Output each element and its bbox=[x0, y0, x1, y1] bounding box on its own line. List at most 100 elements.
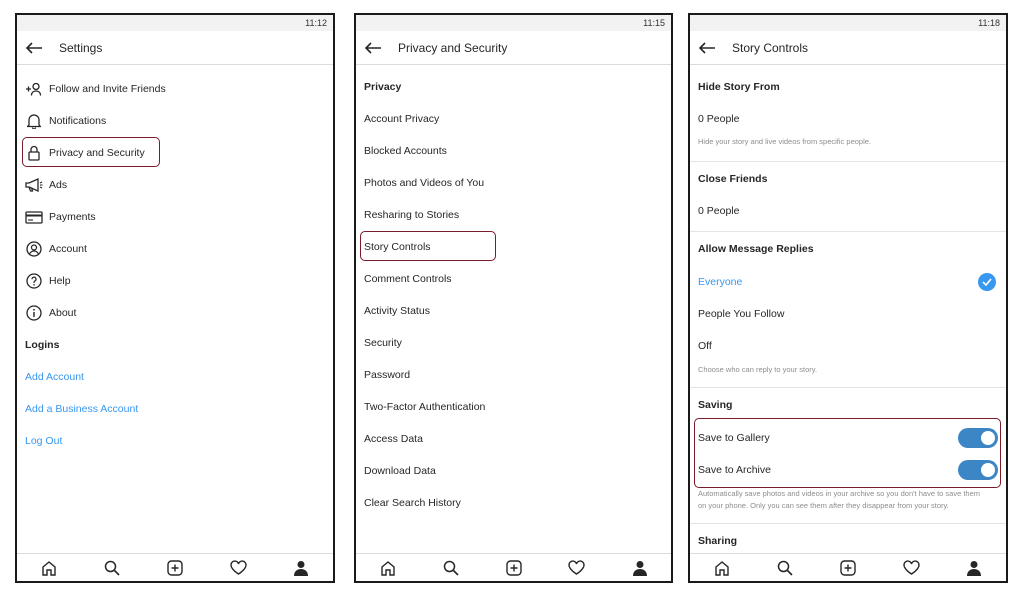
profile-icon[interactable] bbox=[629, 557, 651, 579]
account-privacy-item[interactable]: Account Privacy bbox=[364, 107, 663, 131]
app-bar: Settings bbox=[17, 31, 333, 65]
two-factor-item[interactable]: Two-Factor Authentication bbox=[364, 395, 663, 419]
app-bar: Privacy and Security bbox=[356, 31, 671, 65]
heart-icon[interactable] bbox=[900, 557, 922, 579]
heart-icon[interactable] bbox=[227, 557, 249, 579]
home-icon[interactable] bbox=[711, 557, 733, 579]
hide-story-description: Hide your story and live videos from spe… bbox=[698, 136, 871, 146]
settings-item-label: Ads bbox=[49, 179, 68, 191]
save-to-gallery-label: Save to Gallery bbox=[698, 432, 770, 444]
settings-item-notifications[interactable]: Notifications bbox=[25, 109, 325, 133]
close-friends-count[interactable]: 0 People bbox=[698, 199, 998, 223]
add-post-icon[interactable] bbox=[164, 557, 186, 579]
home-icon[interactable] bbox=[38, 557, 60, 579]
settings-item-label: Account bbox=[49, 243, 87, 255]
activity-status-item[interactable]: Activity Status bbox=[364, 299, 663, 323]
password-item[interactable]: Password bbox=[364, 363, 663, 387]
divider bbox=[690, 231, 1006, 232]
status-bar-time: 11:18 bbox=[690, 15, 1006, 31]
heart-icon[interactable] bbox=[566, 557, 588, 579]
saving-header: Saving bbox=[698, 399, 733, 411]
search-icon[interactable] bbox=[440, 557, 462, 579]
add-post-icon[interactable] bbox=[503, 557, 525, 579]
save-to-archive-label: Save to Archive bbox=[698, 464, 771, 476]
search-icon[interactable] bbox=[101, 557, 123, 579]
add-person-icon bbox=[25, 80, 43, 98]
status-bar-time: 11:15 bbox=[356, 15, 671, 31]
settings-item-payments[interactable]: Payments bbox=[25, 205, 325, 229]
clear-search-history-item[interactable]: Clear Search History bbox=[364, 491, 663, 515]
privacy-security-screen: 11:15 Privacy and Security Privacy Accou… bbox=[354, 13, 673, 583]
reply-option-people-you-follow[interactable]: People You Follow bbox=[698, 302, 998, 326]
reply-option-everyone[interactable]: Everyone bbox=[698, 270, 998, 294]
saving-description-line2: on your phone. Only you can see them aft… bbox=[698, 500, 949, 510]
story-controls-screen: 11:18 Story Controls Hide Story From 0 P… bbox=[688, 13, 1008, 583]
access-data-item[interactable]: Access Data bbox=[364, 427, 663, 451]
download-data-item[interactable]: Download Data bbox=[364, 459, 663, 483]
tab-bar bbox=[17, 553, 333, 581]
card-icon bbox=[25, 208, 43, 226]
app-bar: Story Controls bbox=[690, 31, 1006, 65]
lock-icon bbox=[25, 144, 43, 162]
hide-story-count[interactable]: 0 People bbox=[698, 107, 998, 131]
divider bbox=[690, 387, 1006, 388]
settings-item-privacy[interactable]: Privacy and Security bbox=[25, 141, 325, 165]
settings-item-help[interactable]: Help bbox=[25, 269, 325, 293]
page-title: Settings bbox=[59, 40, 103, 55]
reply-option-off[interactable]: Off bbox=[698, 334, 998, 358]
settings-item-about[interactable]: About bbox=[25, 301, 325, 325]
settings-item-label: Help bbox=[49, 275, 71, 287]
divider bbox=[690, 523, 1006, 524]
page-title: Privacy and Security bbox=[398, 40, 508, 55]
settings-item-ads[interactable]: Ads bbox=[25, 173, 325, 197]
profile-icon[interactable] bbox=[290, 557, 312, 579]
blocked-accounts-item[interactable]: Blocked Accounts bbox=[364, 139, 663, 163]
privacy-header: Privacy bbox=[364, 81, 402, 93]
add-account-link[interactable]: Add Account bbox=[25, 365, 325, 389]
checkmark-icon bbox=[978, 273, 996, 291]
tab-bar bbox=[356, 553, 671, 581]
save-to-gallery-toggle[interactable] bbox=[958, 428, 998, 448]
add-business-account-link[interactable]: Add a Business Account bbox=[25, 397, 325, 421]
search-icon[interactable] bbox=[774, 557, 796, 579]
logins-header: Logins bbox=[25, 339, 60, 351]
settings-item-label: Privacy and Security bbox=[49, 147, 145, 159]
story-controls-item[interactable]: Story Controls bbox=[364, 235, 663, 259]
home-icon[interactable] bbox=[377, 557, 399, 579]
tab-bar bbox=[690, 553, 1006, 581]
saving-description-line1: Automatically save photos and videos in … bbox=[698, 488, 981, 498]
reply-description: Choose who can reply to your story. bbox=[698, 364, 818, 374]
divider bbox=[690, 161, 1006, 162]
sharing-header: Sharing bbox=[698, 535, 738, 547]
save-to-archive-toggle[interactable] bbox=[958, 460, 998, 480]
info-icon bbox=[25, 304, 43, 322]
back-arrow-icon[interactable] bbox=[364, 41, 384, 55]
hide-story-from-header: Hide Story From bbox=[698, 81, 780, 93]
settings-screen: 11:12 Settings Follow and Invite Friends… bbox=[15, 13, 335, 583]
resharing-stories-item[interactable]: Resharing to Stories bbox=[364, 203, 663, 227]
settings-item-follow[interactable]: Follow and Invite Friends bbox=[25, 77, 325, 101]
status-bar-time: 11:12 bbox=[17, 15, 333, 31]
log-out-link[interactable]: Log Out bbox=[25, 429, 325, 453]
settings-item-label: Payments bbox=[49, 211, 96, 223]
security-item[interactable]: Security bbox=[364, 331, 663, 355]
settings-item-label: About bbox=[49, 307, 77, 319]
back-arrow-icon[interactable] bbox=[698, 41, 718, 55]
settings-item-account[interactable]: Account bbox=[25, 237, 325, 261]
add-post-icon[interactable] bbox=[837, 557, 859, 579]
toggle-knob bbox=[981, 431, 995, 445]
help-icon bbox=[25, 272, 43, 290]
profile-icon[interactable] bbox=[963, 557, 985, 579]
account-icon bbox=[25, 240, 43, 258]
megaphone-icon bbox=[25, 176, 43, 194]
toggle-knob bbox=[981, 463, 995, 477]
photos-videos-item[interactable]: Photos and Videos of You bbox=[364, 171, 663, 195]
page-title: Story Controls bbox=[732, 40, 809, 55]
comment-controls-item[interactable]: Comment Controls bbox=[364, 267, 663, 291]
allow-replies-header: Allow Message Replies bbox=[698, 243, 814, 255]
close-friends-header: Close Friends bbox=[698, 173, 768, 185]
bell-icon bbox=[25, 112, 43, 130]
settings-item-label: Notifications bbox=[49, 115, 107, 127]
settings-item-label: Follow and Invite Friends bbox=[49, 83, 166, 95]
back-arrow-icon[interactable] bbox=[25, 41, 45, 55]
